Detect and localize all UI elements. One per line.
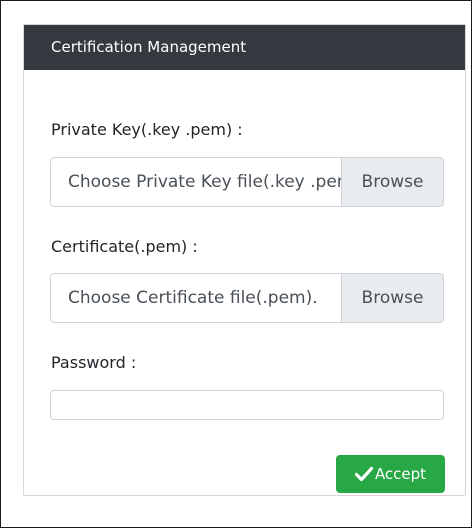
certification-management-card: Certification Management Private Key(.ke… bbox=[23, 24, 466, 496]
accept-button-label: Accept bbox=[374, 465, 427, 483]
private-key-browse-button[interactable]: Browse bbox=[341, 158, 443, 206]
accept-button[interactable]: Accept bbox=[336, 455, 445, 493]
certificate-file-placeholder: Choose Certificate file(.pem). bbox=[68, 288, 318, 308]
certificate-browse-button[interactable]: Browse bbox=[341, 274, 443, 322]
password-input[interactable] bbox=[50, 390, 444, 420]
checkmark-icon bbox=[354, 466, 373, 482]
private-key-file-placeholder: Choose Private Key file(.key .pem) bbox=[68, 172, 341, 192]
private-key-label: Private Key(.key .pem) : bbox=[51, 120, 243, 139]
window-frame: Certification Management Private Key(.ke… bbox=[0, 0, 472, 528]
certificate-label: Certificate(.pem) : bbox=[51, 237, 198, 256]
card-header: Certification Management bbox=[24, 25, 465, 70]
password-label: Password : bbox=[51, 353, 137, 372]
certificate-file-input[interactable]: Choose Certificate file(.pem). Browse bbox=[50, 273, 444, 323]
private-key-file-input[interactable]: Choose Private Key file(.key .pem) Brows… bbox=[50, 157, 444, 207]
